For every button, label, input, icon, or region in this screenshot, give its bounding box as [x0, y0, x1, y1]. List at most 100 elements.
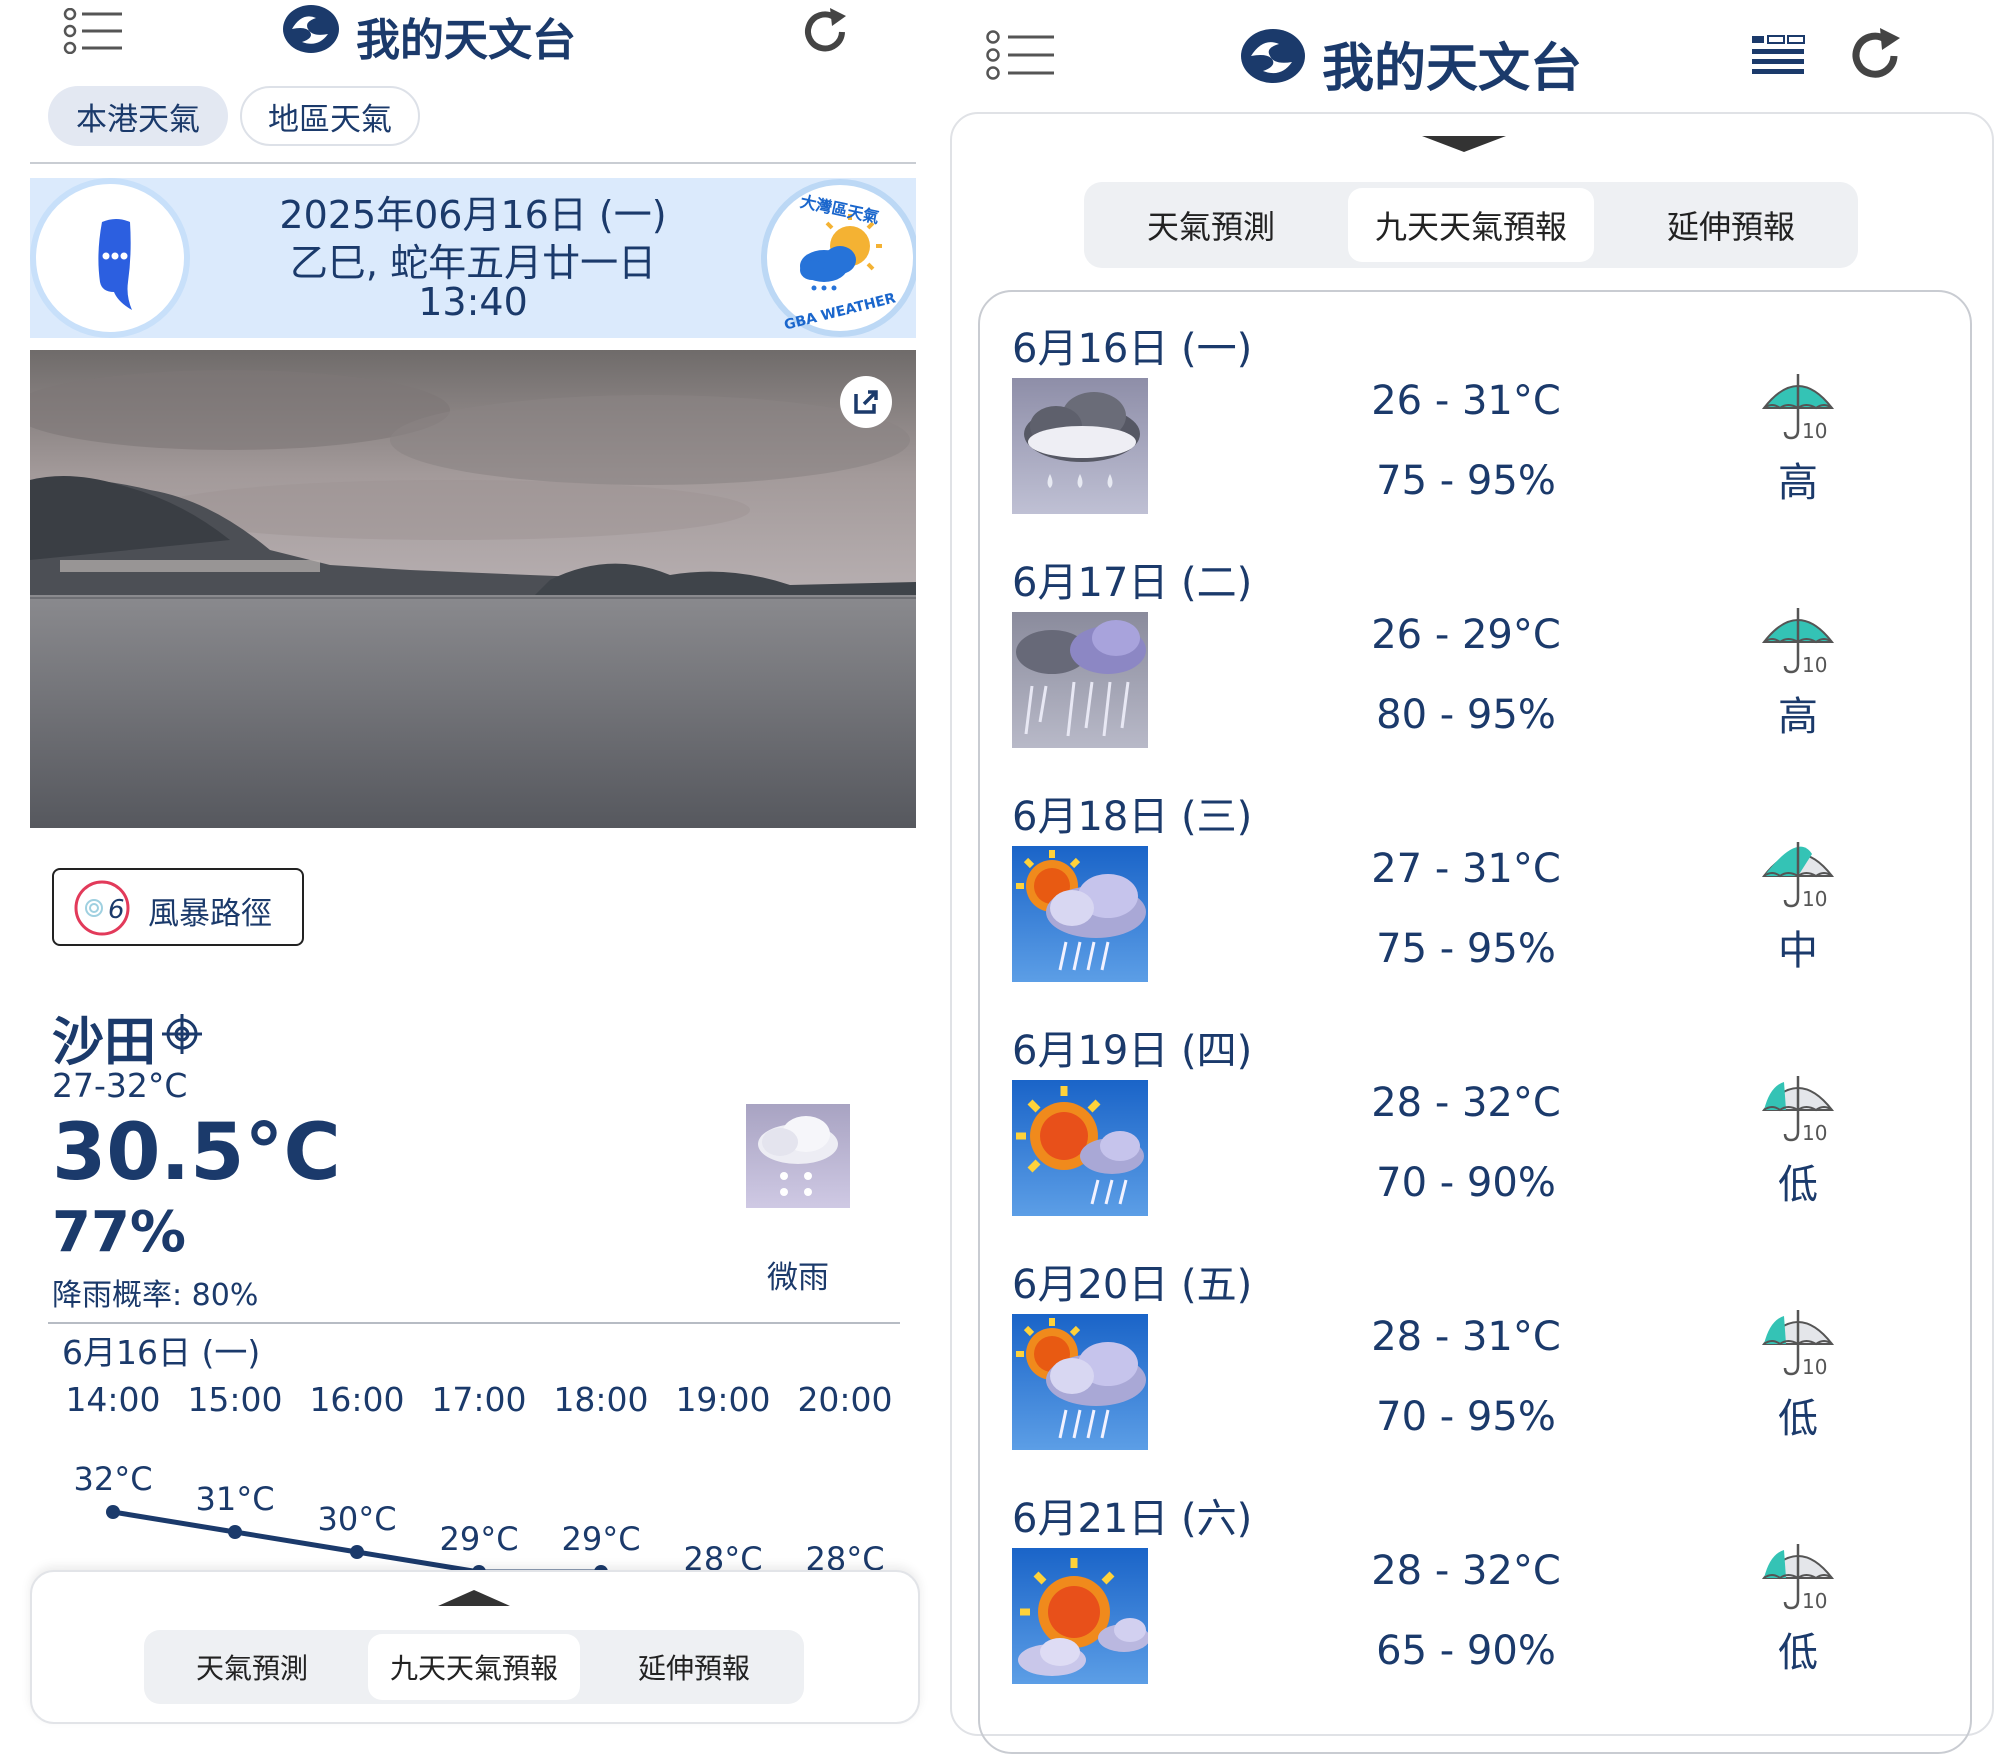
tab-forecast[interactable]: 天氣預測 — [148, 1634, 356, 1700]
storm-track-label: 風暴路徑 — [148, 896, 272, 932]
sheet-collapse-icon[interactable] — [1422, 136, 1506, 156]
segmented-tabs: 天氣預測 九天天氣預報 延伸預報 — [144, 1630, 804, 1704]
tab-extended[interactable]: 延伸預報 — [1610, 188, 1852, 262]
sheet-handle-icon[interactable] — [438, 1588, 510, 1606]
hourly-date: 6月16日 (一) — [62, 1333, 261, 1372]
day-humidity: 70 - 95% — [1376, 1394, 1556, 1440]
day-date: 6月20日 (五) — [1012, 1262, 1253, 1308]
humidity: 77% — [52, 1200, 187, 1265]
temp-point — [106, 1505, 120, 1519]
typhoon-icon: 6 — [74, 880, 130, 936]
temp-point — [228, 1525, 242, 1539]
layout-toggle-icon[interactable] — [1750, 34, 1806, 78]
tab-extended[interactable]: 延伸預報 — [590, 1634, 798, 1700]
refresh-icon[interactable] — [800, 6, 852, 58]
day-row[interactable]: 6月17日 (二) 26 - 29°C 80 - 95% 10 高 — [980, 544, 1970, 774]
nine-day-list: 6月16日 (一) 26 - 31°C 75 - 95% 10 高 6月17日 … — [978, 290, 1972, 1754]
menu-icon[interactable] — [62, 7, 124, 55]
tab-local-weather[interactable]: 本港天氣 — [48, 86, 228, 146]
lunar-line: 乙巳, 蛇年五月廿一日 — [289, 241, 657, 285]
day-date: 6月18日 (三) — [1012, 794, 1253, 840]
svg-text:10: 10 — [1802, 1355, 1827, 1379]
svg-text:10: 10 — [1802, 1121, 1827, 1145]
sunny-shower-icon — [1012, 1080, 1148, 1216]
chat-bubble-icon — [98, 219, 132, 310]
day-humidity: 75 - 95% — [1376, 458, 1556, 504]
tab-nine-day[interactable]: 九天天氣預報 — [1348, 188, 1594, 262]
rain-probability: 低 — [1778, 1396, 1818, 1442]
temp-label: 29°C — [439, 1520, 518, 1558]
temp-label: 31°C — [195, 1480, 274, 1518]
segmented-tabs: 天氣預測 九天天氣預報 延伸預報 — [1084, 182, 1858, 268]
divider — [48, 1322, 900, 1324]
left-screen: 我的天文台 本港天氣 地區天氣 2025年06月16日 (一) 乙巳, 蛇年五月… — [0, 0, 950, 1724]
rain-cloud-icon — [1012, 378, 1148, 514]
day-humidity: 70 - 90% — [1376, 1160, 1556, 1206]
day-humidity: 65 - 90% — [1376, 1628, 1556, 1674]
tab-district-weather[interactable]: 地區天氣 — [240, 86, 420, 146]
sun-cloud-rain-icon — [1012, 846, 1148, 982]
menu-icon[interactable] — [984, 30, 1056, 80]
day-temp: 28 - 32°C — [1371, 1548, 1561, 1594]
tab-forecast[interactable]: 天氣預測 — [1090, 188, 1332, 262]
forecast-sheet: 天氣預測 九天天氣預報 延伸預報 6月16日 (一) 26 - 31°C 75 … — [950, 112, 1994, 1754]
umbrella-icon: 10 — [1760, 606, 1836, 678]
umbrella-icon: 10 — [1760, 372, 1836, 444]
temp-label: 32°C — [73, 1460, 152, 1498]
divider — [30, 162, 916, 164]
rain-probability: 高 — [1778, 460, 1818, 506]
gba-weather-badge[interactable]: 大灣區天氣 GBA WEATHER — [758, 178, 919, 338]
rain-probability: 高 — [1778, 694, 1818, 740]
tab-nine-day[interactable]: 九天天氣預報 — [368, 1634, 580, 1700]
temp-range: 27-32°C — [52, 1066, 188, 1105]
day-date: 6月21日 (六) — [1012, 1496, 1253, 1542]
open-external-icon[interactable] — [840, 376, 892, 428]
sun-cloud-rain-icon — [1012, 1314, 1148, 1450]
temp-point — [350, 1545, 364, 1559]
temp-label: 28°C — [805, 1540, 884, 1570]
sunny-periods-icon — [1012, 1548, 1150, 1684]
svg-text:10: 10 — [1802, 653, 1827, 677]
right-screen: 我的天文台 天氣預測 九天天氣預報 延伸預報 6月16日 (一) 26 - 31… — [950, 0, 2000, 1754]
locate-icon[interactable] — [162, 1014, 202, 1054]
svg-text:6: 6 — [108, 895, 125, 925]
day-row[interactable]: 6月21日 (六) 28 - 32°C 65 - 90% 10 低 — [980, 1480, 1970, 1710]
rain-probability: 低 — [1778, 1630, 1818, 1676]
webcam-image[interactable] — [30, 350, 916, 828]
day-temp: 28 - 31°C — [1371, 1314, 1561, 1360]
umbrella-icon: 10 — [1760, 840, 1836, 912]
time-line: 13:40 — [418, 280, 528, 324]
storm-track-button[interactable]: 6 風暴路徑 — [52, 868, 304, 946]
day-row[interactable]: 6月18日 (三) 27 - 31°C 75 - 95% 10 中 — [980, 778, 1970, 1008]
bottom-sheet: 天氣預測 九天天氣預報 延伸預報 — [30, 1570, 920, 1724]
hourly-temp-line: 32°C 31°C 30°C 29°C 29°C 28°C 28°C — [73, 1460, 885, 1570]
weather-description: 微雨 — [767, 1260, 829, 1296]
day-date: 6月16日 (一) — [1012, 326, 1253, 372]
day-humidity: 80 - 95% — [1376, 692, 1556, 738]
day-temp: 28 - 32°C — [1371, 1080, 1561, 1126]
hko-logo-icon — [282, 4, 340, 54]
temp-label: 29°C — [561, 1520, 640, 1558]
day-row[interactable]: 6月20日 (五) 28 - 31°C 70 - 95% 10 低 — [980, 1246, 1970, 1476]
day-row[interactable]: 6月16日 (一) 26 - 31°C 75 - 95% 10 高 — [980, 310, 1970, 540]
day-temp: 26 - 31°C — [1371, 378, 1561, 424]
date-line: 2025年06月16日 (一) — [279, 193, 667, 237]
temp-label: 30°C — [317, 1500, 396, 1538]
rain-probability: 低 — [1778, 1162, 1818, 1208]
day-date: 6月19日 (四) — [1012, 1028, 1253, 1074]
umbrella-icon: 10 — [1760, 1308, 1836, 1380]
day-date: 6月17日 (二) — [1012, 560, 1253, 606]
day-humidity: 75 - 95% — [1376, 926, 1556, 972]
light-rain-icon — [746, 1104, 850, 1208]
rain-probability: 中 — [1778, 928, 1818, 974]
refresh-icon[interactable] — [1846, 26, 1906, 86]
day-row[interactable]: 6月19日 (四) 28 - 32°C 70 - 90% 10 低 — [980, 1012, 1970, 1242]
hko-logo-icon — [1240, 28, 1306, 84]
chat-button[interactable] — [30, 178, 190, 338]
umbrella-icon: 10 — [1760, 1542, 1836, 1614]
day-temp: 26 - 29°C — [1371, 612, 1561, 658]
day-temp: 27 - 31°C — [1371, 846, 1561, 892]
svg-text:10: 10 — [1802, 419, 1827, 443]
svg-text:10: 10 — [1802, 887, 1827, 911]
umbrella-icon: 10 — [1760, 1074, 1836, 1146]
